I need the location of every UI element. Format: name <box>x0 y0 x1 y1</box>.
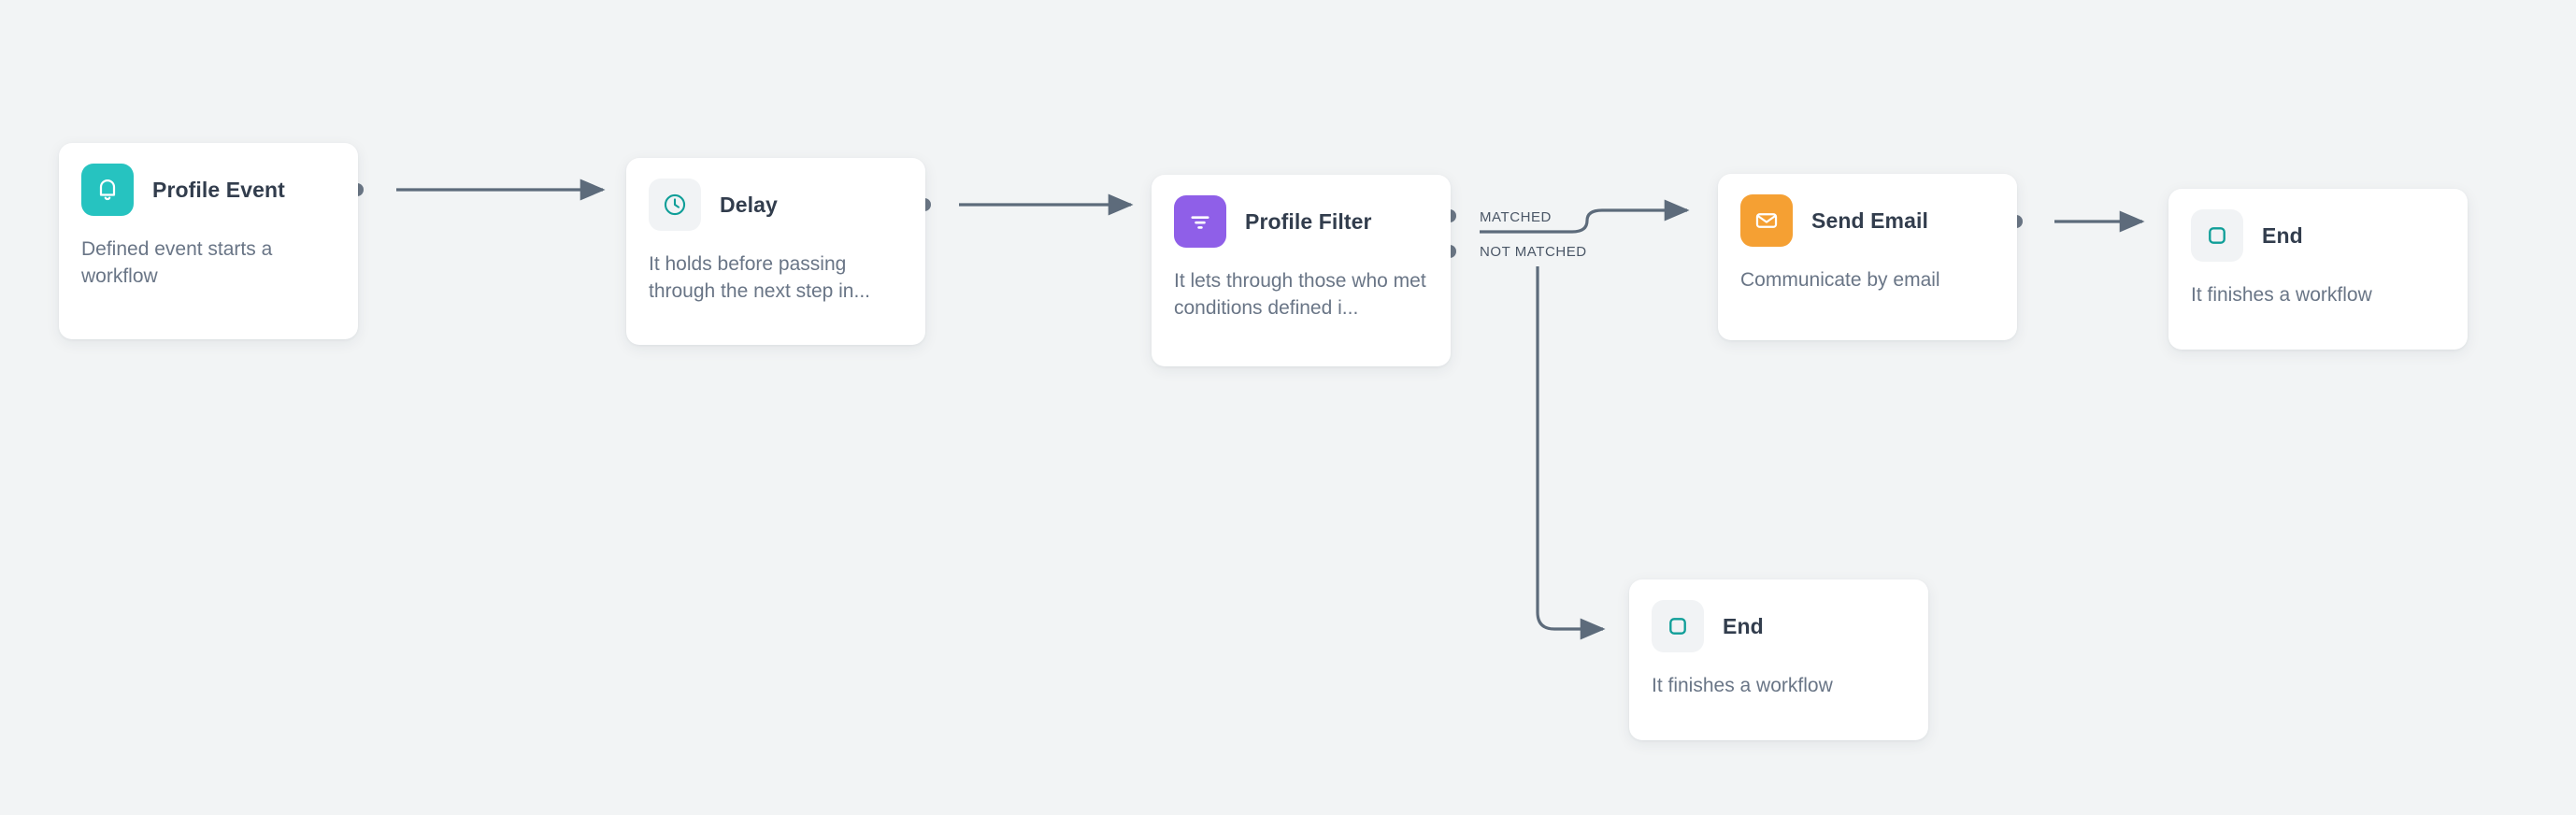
node-profile-event[interactable]: Profile Event Defined event starts a wor… <box>59 143 358 339</box>
node-description: It finishes a workflow <box>2191 282 2445 309</box>
clock-icon <box>649 179 701 231</box>
node-header: Profile Event <box>81 164 336 216</box>
bell-icon <box>81 164 134 216</box>
node-send-email[interactable]: Send Email Communicate by email <box>1718 174 2017 340</box>
node-header: Profile Filter <box>1174 195 1428 248</box>
node-header: Send Email <box>1740 194 1995 247</box>
node-end-bottom[interactable]: End It finishes a workflow <box>1629 579 1928 740</box>
filter-icon <box>1174 195 1226 248</box>
node-description: It lets through those who met conditions… <box>1174 268 1428 322</box>
node-title: Profile Event <box>152 178 285 203</box>
workflow-edges-layer <box>0 0 2576 815</box>
node-title: Profile Filter <box>1245 209 1372 235</box>
node-title: Delay <box>720 193 778 218</box>
stop-square-icon <box>1652 600 1704 652</box>
node-description: Communicate by email <box>1740 267 1995 294</box>
node-title: Send Email <box>1811 208 1928 234</box>
node-header: End <box>1652 600 1906 652</box>
branch-label-matched: MATCHED <box>1480 209 1552 225</box>
envelope-icon <box>1740 194 1793 247</box>
branch-label-not-matched: NOT MATCHED <box>1480 244 1587 260</box>
node-delay[interactable]: Delay It holds before passing through th… <box>626 158 925 345</box>
stop-square-icon <box>2191 209 2243 262</box>
node-description: Defined event starts a workflow <box>81 236 336 291</box>
workflow-canvas[interactable]: MATCHED NOT MATCHED Profile Event Define… <box>0 0 2576 815</box>
node-title: End <box>1723 614 1764 639</box>
node-header: End <box>2191 209 2445 262</box>
node-header: Delay <box>649 179 903 231</box>
node-end-top[interactable]: End It finishes a workflow <box>2168 189 2468 350</box>
node-description: It holds before passing through the next… <box>649 251 903 306</box>
edge-not-matched-to-end <box>1538 266 1603 629</box>
node-profile-filter[interactable]: Profile Filter It lets through those who… <box>1152 175 1451 366</box>
node-description: It finishes a workflow <box>1652 673 1906 700</box>
node-title: End <box>2262 223 2303 249</box>
